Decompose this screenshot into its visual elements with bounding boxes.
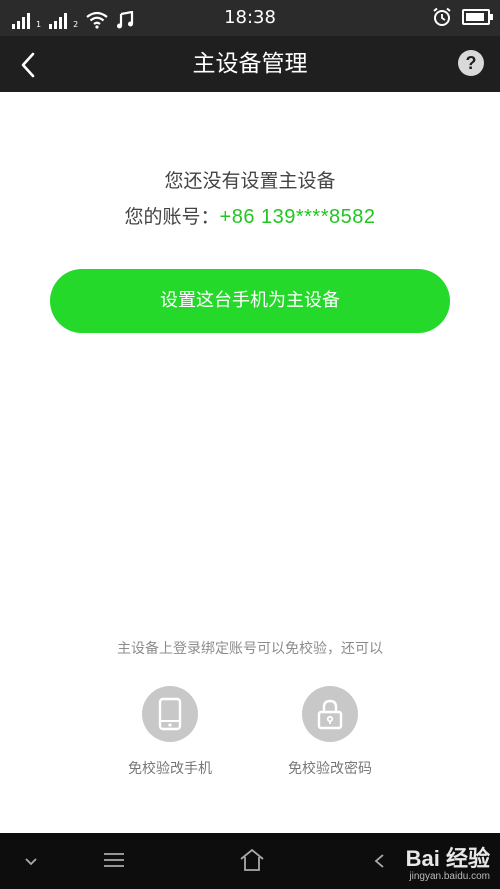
feature-label: 免校验改密码 bbox=[288, 761, 372, 777]
chevron-down-icon[interactable] bbox=[24, 857, 38, 867]
status-time: 18:38 bbox=[224, 7, 276, 28]
account-number: +86 139****8582 bbox=[219, 206, 376, 228]
feature-change-password: 免校验改密码 bbox=[255, 686, 405, 778]
feature-hint: 主设备上登录绑定账号可以免校验，还可以 bbox=[117, 641, 383, 657]
account-label: 您的账号： bbox=[124, 206, 220, 228]
page-title: 主设备管理 bbox=[192, 51, 308, 77]
set-main-device-button[interactable]: 设置这台手机为主设备 bbox=[50, 269, 450, 333]
menu-icon[interactable] bbox=[102, 851, 126, 869]
feature-change-phone: 免校验改手机 bbox=[95, 686, 245, 778]
watermark-url: jingyan.baidu.com bbox=[409, 871, 490, 882]
title-bar: 主设备管理 ? bbox=[0, 36, 500, 92]
phone-icon bbox=[142, 686, 198, 742]
help-icon[interactable]: ? bbox=[458, 50, 484, 76]
no-main-device-message: 您还没有设置主设备 bbox=[164, 170, 336, 192]
battery-icon bbox=[462, 9, 493, 25]
lock-icon bbox=[302, 686, 358, 742]
watermark-brand: Bai 经验 bbox=[405, 846, 490, 871]
home-icon[interactable] bbox=[238, 847, 266, 873]
system-nav-bar: Bai 经验 jingyan.baidu.com bbox=[0, 833, 500, 889]
status-right-icons bbox=[432, 7, 493, 27]
feature-label: 免校验改手机 bbox=[128, 761, 212, 777]
back-icon[interactable] bbox=[372, 853, 386, 869]
watermark: Bai 经验 jingyan.baidu.com bbox=[406, 841, 490, 882]
status-bar: 1 2 18:38 bbox=[0, 0, 500, 36]
alarm-icon bbox=[433, 7, 451, 26]
account-line: 您的账号：+86 139****8582 bbox=[0, 202, 500, 229]
